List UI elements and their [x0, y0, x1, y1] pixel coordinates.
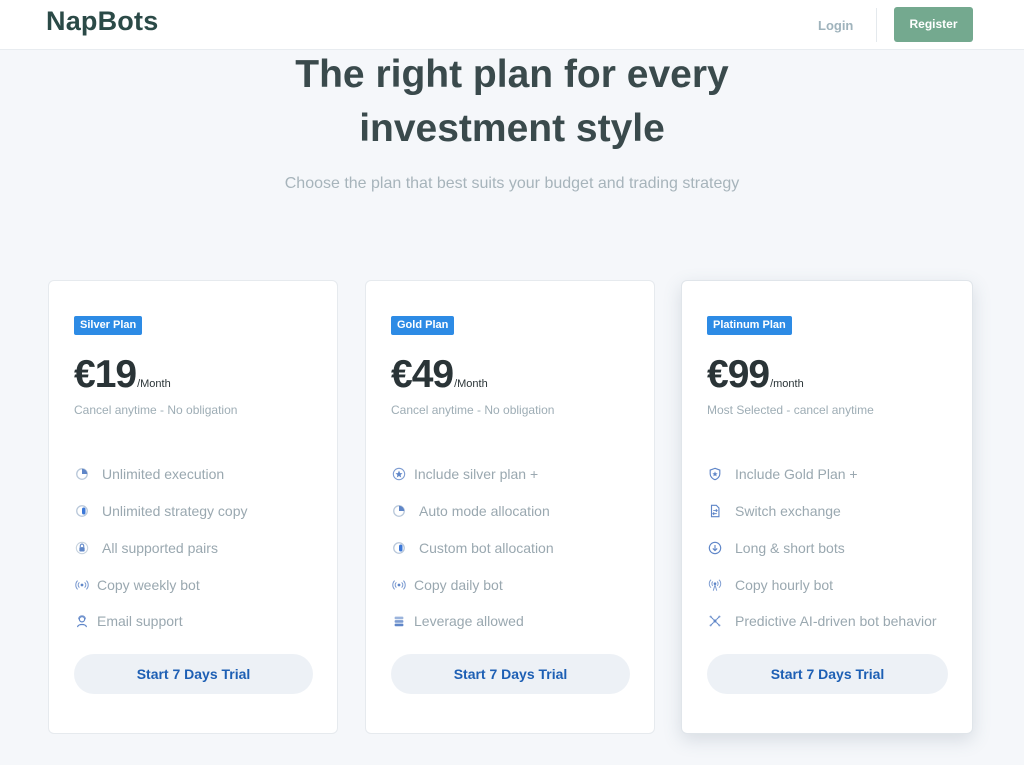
feature-label: Include silver plan +: [414, 466, 539, 483]
feature-item: Predictive AI-driven bot behavior: [707, 603, 937, 640]
price-amount: €49: [391, 353, 454, 396]
feature-label: Copy daily bot: [414, 576, 503, 593]
ai-network-icon: [707, 613, 723, 629]
start-trial-button[interactable]: Start 7 Days Trial: [707, 654, 948, 694]
feature-label: Custom bot allocation: [419, 539, 554, 556]
feature-list: Include Gold Plan + Switch exchange Long…: [707, 456, 937, 640]
shield-star-icon: [707, 466, 723, 482]
feature-label: Copy weekly bot: [97, 576, 200, 593]
top-navigation-bar: NapBots Login Register: [0, 0, 1024, 50]
feature-label: Long & short bots: [735, 539, 845, 556]
feature-label: Unlimited execution: [102, 466, 225, 483]
plan-badge: Gold Plan: [391, 316, 455, 335]
feature-item: Custom bot allocation: [391, 530, 554, 567]
login-link[interactable]: Login: [818, 18, 853, 33]
broadcast-tower-icon: [707, 577, 723, 593]
toggle-icon: [74, 503, 90, 519]
plan-price: €99/month: [707, 353, 804, 397]
feature-item: Leverage allowed: [391, 603, 554, 640]
feature-item: Switch exchange: [707, 493, 937, 530]
price-period: /Month: [137, 378, 171, 390]
feature-item: Copy weekly bot: [74, 566, 248, 603]
feature-item: Copy daily bot: [391, 566, 554, 603]
pie-chart-icon: [74, 466, 90, 482]
toggle-icon: [391, 540, 407, 556]
swap-document-icon: [707, 503, 723, 519]
arrow-down-circle-icon: [707, 540, 723, 556]
plan-note: Cancel anytime - No obligation: [74, 403, 238, 417]
star-circle-icon: [391, 466, 407, 482]
feature-label: Include Gold Plan +: [735, 466, 858, 483]
nav-divider: [876, 8, 877, 42]
stack-icon: [391, 613, 407, 629]
plan-card-platinum: Platinum Plan €99/month Most Selected - …: [681, 280, 973, 734]
hero-title-line-2: investment style: [359, 107, 665, 150]
feature-item: Unlimited strategy copy: [74, 493, 248, 530]
pie-chart-icon: [391, 503, 407, 519]
broadcast-icon: [74, 577, 90, 593]
lock-icon: [74, 540, 90, 556]
plan-price: €49/Month: [391, 353, 488, 397]
plan-card-silver: Silver Plan €19/Month Cancel anytime - N…: [48, 280, 338, 734]
feature-label: Leverage allowed: [414, 613, 524, 630]
plan-note: Cancel anytime - No obligation: [391, 403, 555, 417]
price-period: /Month: [454, 378, 488, 390]
feature-label: Unlimited strategy copy: [102, 503, 248, 520]
feature-list: Include silver plan + Auto mode allocati…: [391, 456, 554, 640]
support-agent-icon: [74, 613, 90, 629]
plan-badge: Platinum Plan: [707, 316, 792, 335]
price-amount: €19: [74, 353, 137, 396]
feature-list: Unlimited execution Unlimited strategy c…: [74, 456, 248, 640]
hero-subtitle: Choose the plan that best suits your bud…: [284, 175, 740, 192]
feature-label: Copy hourly bot: [735, 576, 834, 593]
plan-card-gold: Gold Plan €49/Month Cancel anytime - No …: [365, 280, 655, 734]
price-period: /month: [770, 378, 804, 390]
feature-item: Email support: [74, 603, 248, 640]
feature-label: Auto mode allocation: [419, 503, 550, 520]
plan-badge: Silver Plan: [74, 316, 143, 335]
feature-item: Auto mode allocation: [391, 493, 554, 530]
start-trial-button[interactable]: Start 7 Days Trial: [74, 654, 313, 694]
feature-item: Unlimited execution: [74, 456, 248, 493]
feature-item: Include Gold Plan +: [707, 456, 937, 493]
feature-item: Include silver plan +: [391, 456, 554, 493]
napbots-logo[interactable]: NapBots: [46, 6, 158, 37]
plan-note: Most Selected - cancel anytime: [707, 403, 874, 417]
hero-title: The right plan for every investment styl…: [0, 48, 1024, 156]
feature-item: All supported pairs: [74, 530, 248, 567]
hero-title-line-1: The right plan for every: [295, 53, 729, 96]
broadcast-icon: [391, 577, 407, 593]
feature-label: Email support: [97, 613, 183, 630]
feature-label: All supported pairs: [102, 539, 218, 556]
plan-price: €19/Month: [74, 353, 171, 397]
register-button[interactable]: Register: [894, 7, 973, 42]
price-amount: €99: [707, 353, 770, 396]
feature-label: Predictive AI-driven bot behavior: [735, 613, 937, 630]
feature-item: Copy hourly bot: [707, 566, 937, 603]
feature-label: Switch exchange: [735, 503, 841, 520]
feature-item: Long & short bots: [707, 530, 937, 567]
start-trial-button[interactable]: Start 7 Days Trial: [391, 654, 630, 694]
